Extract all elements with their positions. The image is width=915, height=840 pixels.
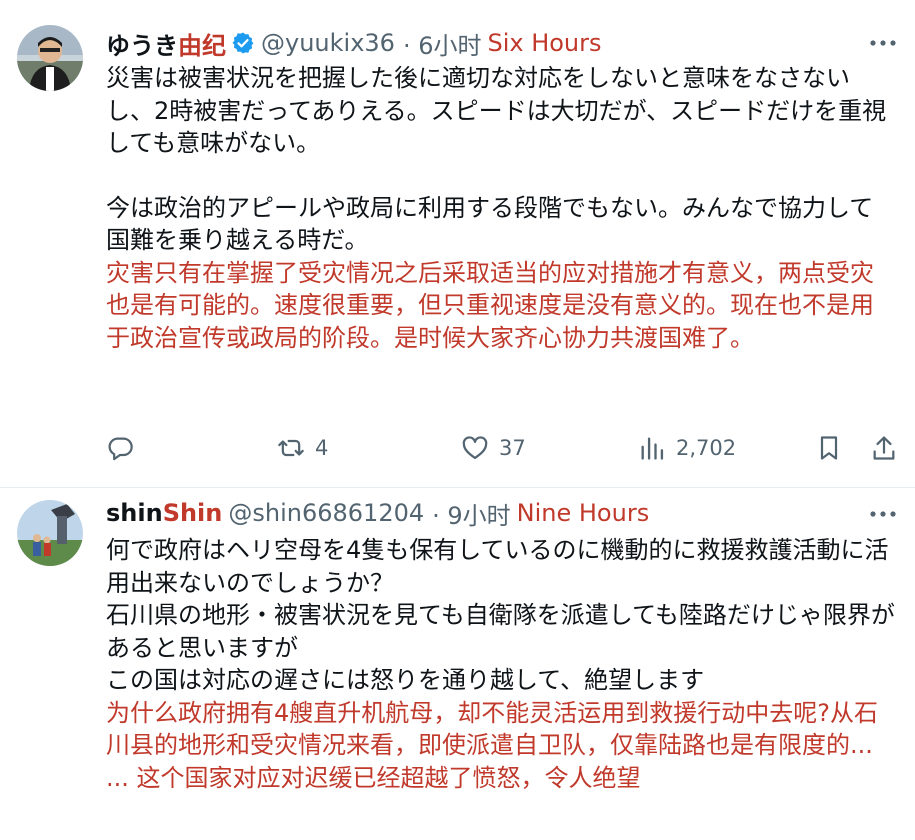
timestamp-translation: Six Hours <box>487 29 602 57</box>
views-icon <box>641 437 664 460</box>
avatar[interactable] <box>17 25 83 91</box>
more-icon[interactable] <box>869 509 897 519</box>
timestamp[interactable]: · 9小时 <box>432 496 511 531</box>
tweet-text: 災害は被害状況を把握した後に適切な対応をしないと意味をなさないし、2時被害だって… <box>106 64 887 157</box>
display-name[interactable]: ゆうき由纪 <box>106 26 226 61</box>
tweet-text-line-1: 何で政府はヘリ空母を4隻も保有しているのに機動的に救援救護活動に活用出来ないので… <box>106 536 889 597</box>
reply-button[interactable] <box>106 428 134 468</box>
timestamp[interactable]: · 6小时 <box>403 26 482 61</box>
tweet-actions: 4 37 2,702 <box>106 428 896 468</box>
bookmark-icon <box>820 436 838 460</box>
display-name[interactable]: shinShin <box>106 499 222 527</box>
tweet-1[interactable]: ゆうき由纪 @yuukix36 · 6小时 Six Hours 災害は被害状況を… <box>0 0 915 487</box>
repost-count: 4 <box>315 436 329 460</box>
verified-badge-icon <box>232 32 254 54</box>
views-count: 2,702 <box>676 436 737 460</box>
tweet-header: ゆうき由纪 @yuukix36 · 6小时 Six Hours <box>106 26 602 60</box>
avatar-photo <box>17 25 83 91</box>
tweet-translation: 为什么政府拥有4艘直升机航母，却不能灵活运用到救援行动中去呢?从石川县的地形和受… <box>106 698 879 792</box>
avatar[interactable] <box>17 500 83 566</box>
tweet-body: 何で政府はヘリ空母を4隻も保有しているのに機動的に救援救護活動に活用出来ないので… <box>106 534 896 794</box>
views-button[interactable]: 2,702 <box>638 428 736 468</box>
reply-icon <box>108 437 133 461</box>
repost-button[interactable]: 4 <box>277 428 328 468</box>
timestamp-translation: Nine Hours <box>516 499 650 527</box>
share-icon <box>873 436 895 460</box>
handle[interactable]: @shin66861204 <box>228 499 424 527</box>
tweet-text-line-3: この国は対応の遅さには怒りを通り越して、絶望します <box>106 666 705 694</box>
bookmark-button[interactable] <box>815 428 843 468</box>
like-count: 37 <box>499 436 526 460</box>
handle[interactable]: @yuukix36 <box>261 29 395 57</box>
more-icon[interactable] <box>869 38 897 48</box>
like-button[interactable]: 37 <box>461 428 526 468</box>
tweet-header: shinShin @shin66861204 · 9小时 Nine Hours <box>106 496 649 530</box>
avatar-photo <box>17 500 83 566</box>
tweet-text-line-2: 石川県の地形・被害状況を見ても自衛隊を派遣しても陸路だけじゃ限界があると思います… <box>106 601 895 662</box>
tweet-text-paragraph-2: 今は政治的アピールや政局に利用する段階でもない。みんなで協力して国難を乗り越える… <box>106 193 874 255</box>
tweet-body: 災害は被害状況を把握した後に適切な対応をしないと意味をなさないし、2時被害だって… <box>106 62 896 354</box>
tweet-translation: 灾害只有在掌握了受灾情况之后采取适当的应对措施才有意义，两点受灾也是有可能的。速… <box>106 258 874 352</box>
like-icon <box>462 436 488 460</box>
repost-icon <box>278 439 304 457</box>
tweet-2[interactable]: shinShin @shin66861204 · 9小时 Nine Hours … <box>0 488 915 840</box>
share-button[interactable] <box>870 428 898 468</box>
